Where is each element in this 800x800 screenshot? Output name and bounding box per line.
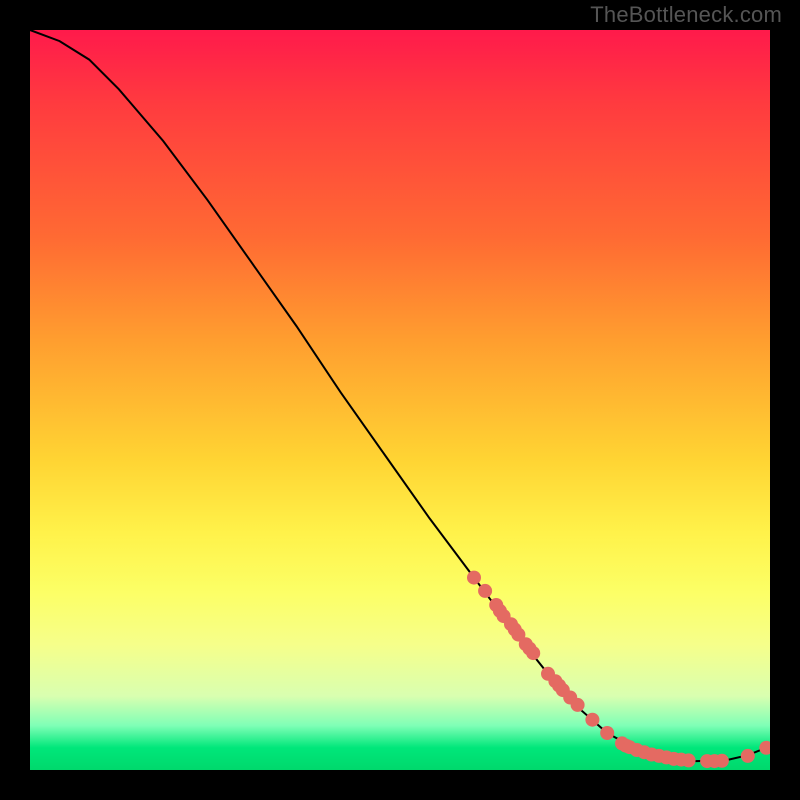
data-point (659, 750, 673, 764)
data-point (497, 609, 511, 623)
data-point (511, 628, 525, 642)
data-point (508, 622, 522, 636)
data-point (552, 679, 566, 693)
data-point (700, 754, 714, 768)
data-point (519, 637, 533, 651)
data-point (523, 642, 537, 656)
data-point (556, 683, 570, 697)
bottleneck-curve (30, 30, 770, 770)
data-point (630, 743, 644, 757)
data-point (504, 617, 518, 631)
data-point (467, 571, 481, 585)
data-point (526, 646, 540, 660)
data-point (600, 726, 614, 740)
points-group (467, 571, 770, 769)
plot-area (30, 30, 770, 770)
data-point (478, 584, 492, 598)
data-point (622, 740, 636, 754)
data-point (645, 748, 659, 762)
data-point (563, 691, 577, 705)
data-point (652, 749, 666, 763)
data-point (615, 736, 629, 750)
watermark-text: TheBottleneck.com (590, 2, 782, 28)
data-point (619, 739, 633, 753)
data-point (637, 745, 651, 759)
data-point (571, 698, 585, 712)
chart-frame: TheBottleneck.com (0, 0, 800, 800)
data-point (489, 598, 503, 612)
data-point (667, 752, 681, 766)
data-point (759, 741, 770, 755)
data-point (585, 713, 599, 727)
data-point (708, 754, 722, 768)
data-point (548, 674, 562, 688)
data-point (682, 753, 696, 767)
data-point (493, 604, 507, 618)
data-point (741, 749, 755, 763)
curve-line-path (30, 30, 770, 761)
data-point (541, 667, 555, 681)
data-point (715, 754, 729, 768)
scatter-points (30, 30, 770, 770)
data-point (674, 753, 688, 767)
